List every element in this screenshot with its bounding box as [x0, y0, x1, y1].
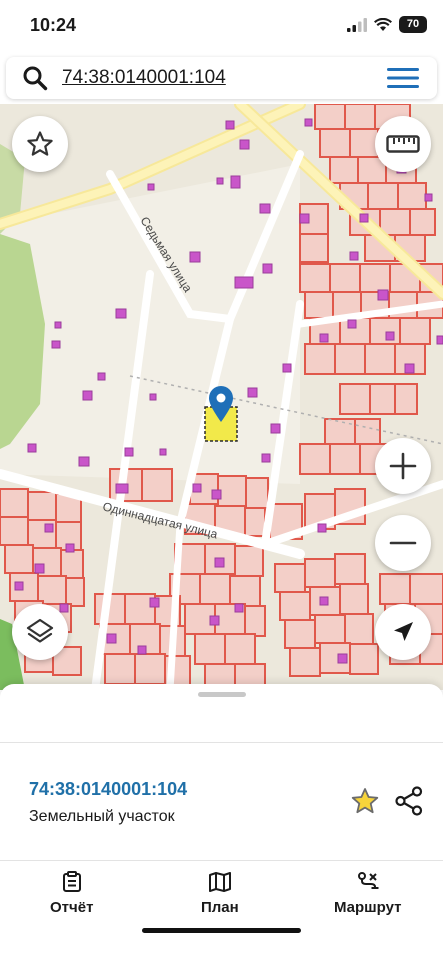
home-indicator[interactable]	[142, 928, 301, 933]
sheet-drag-handle[interactable]	[198, 692, 246, 697]
map-canvas[interactable]: Седьмая улица Одиннадцатая улица	[0, 104, 443, 690]
layers-icon	[26, 618, 54, 643]
report-icon	[62, 871, 81, 892]
menu-icon[interactable]	[387, 68, 419, 88]
star-outline-icon	[27, 131, 53, 156]
layers-button[interactable]	[12, 604, 68, 660]
parcel-bottom-sheet: 74:38:0140001:104 Земельный участок Отчё…	[0, 684, 443, 960]
tab-route-label: Маршрут	[334, 899, 402, 916]
wifi-icon	[374, 17, 392, 31]
status-bar: 10:24 70	[0, 0, 443, 52]
plus-icon	[389, 452, 417, 480]
tab-report[interactable]: Отчёт	[50, 871, 93, 916]
map-book-icon	[208, 872, 231, 892]
favorite-map-button[interactable]	[12, 116, 68, 172]
signal-icon	[347, 17, 367, 32]
search-icon[interactable]	[22, 65, 48, 91]
zoom-in-button[interactable]	[375, 438, 431, 494]
search-bar	[6, 57, 437, 99]
status-icons: 70	[347, 16, 427, 33]
battery-indicator: 70	[399, 16, 427, 33]
tab-route[interactable]: Маршрут	[334, 871, 402, 916]
my-location-button[interactable]	[375, 604, 431, 660]
cadastral-map[interactable]: Седьмая улица Одиннадцатая улица	[0, 104, 443, 690]
search-input[interactable]	[62, 67, 362, 89]
minus-icon	[389, 541, 417, 545]
ruler-icon	[386, 135, 420, 153]
navigation-arrow-icon	[394, 622, 413, 641]
route-icon	[357, 872, 379, 889]
ruler-button[interactable]	[375, 116, 431, 172]
divider	[0, 860, 443, 861]
zoom-out-button[interactable]	[375, 515, 431, 571]
status-time: 10:24	[30, 15, 77, 35]
tab-report-label: Отчёт	[50, 899, 94, 916]
share-icon[interactable]	[395, 786, 423, 816]
tab-plan-label: План	[201, 899, 239, 916]
tab-plan[interactable]: План	[201, 871, 239, 916]
parcel-cadastral-number[interactable]: 74:38:0140001:104	[29, 779, 187, 800]
star-favorite-icon[interactable]	[350, 786, 380, 816]
parcel-type-label: Земельный участок	[29, 808, 175, 825]
divider	[0, 742, 443, 743]
